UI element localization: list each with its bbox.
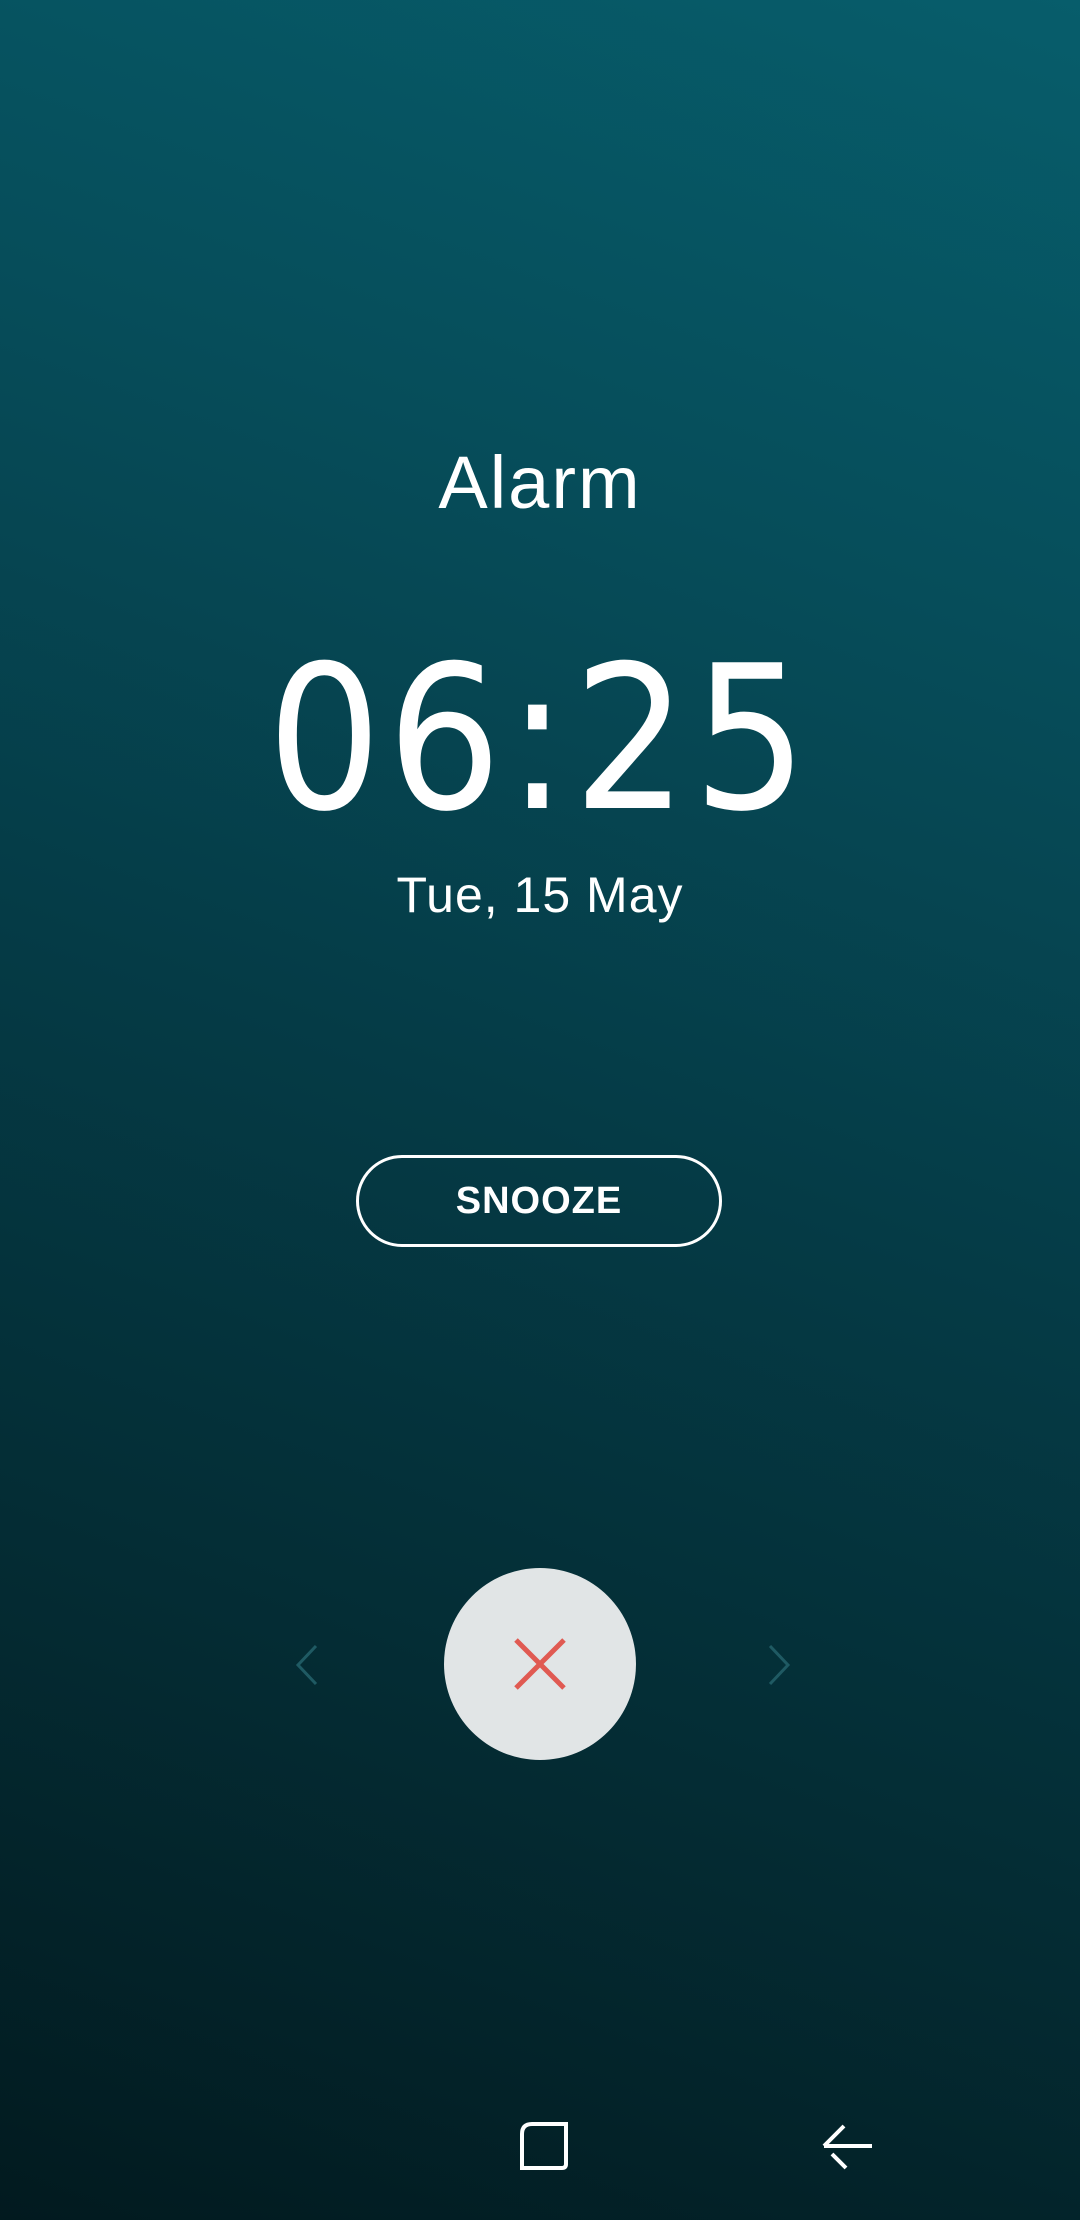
snooze-button[interactable]: SNOOZE (356, 1155, 722, 1247)
chevron-right-icon (756, 1642, 796, 1688)
dismiss-button[interactable] (444, 1568, 636, 1760)
recents-icon[interactable] (516, 2118, 572, 2174)
alarm-date: Tue, 15 May (396, 867, 684, 923)
alarm-screen: Alarm 06:25 Tue, 15 May SNOOZE (0, 0, 1080, 2220)
close-icon (514, 1638, 566, 1690)
alarm-time: 06:25 (267, 623, 813, 856)
alarm-title: Alarm (438, 441, 642, 524)
chevron-left-icon (290, 1642, 330, 1688)
snooze-label: SNOOZE (455, 1179, 623, 1222)
back-icon[interactable] (820, 2120, 876, 2176)
